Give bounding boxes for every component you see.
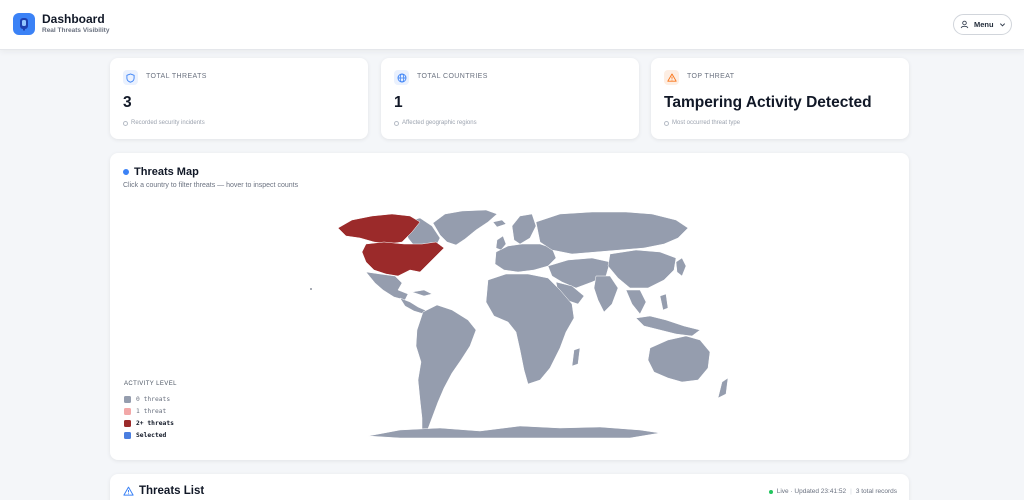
country-south-america[interactable] (415, 304, 477, 435)
user-icon (960, 20, 969, 29)
country-central-america[interactable] (399, 297, 428, 315)
legend-item: 1 threat (124, 405, 184, 417)
country-japan[interactable] (675, 257, 687, 277)
country-new-zealand[interactable] (717, 377, 729, 399)
logo-icon (20, 18, 28, 31)
legend-item: 0 threats (124, 393, 184, 405)
legend-title: ACTIVITY LEVEL (124, 381, 177, 387)
country-russia[interactable] (535, 211, 689, 255)
legend-item: Selected (124, 429, 184, 441)
country-southeast-asia[interactable] (625, 289, 647, 315)
legend-swatch (124, 407, 131, 415)
country-philippines[interactable] (659, 293, 669, 311)
country-canada-west[interactable] (337, 213, 421, 245)
country-antarctica[interactable] (367, 425, 661, 439)
app-logo (13, 13, 35, 35)
country-madagascar[interactable] (571, 347, 581, 367)
country-scandinavia[interactable] (511, 213, 537, 245)
app-subtitle: Real Threats Visibility (42, 27, 110, 34)
menu-label: Menu (974, 20, 994, 29)
country-indonesia[interactable] (635, 315, 701, 337)
country-caribbean[interactable] (411, 289, 433, 297)
map-marker-dot (310, 288, 312, 290)
country-australia[interactable] (647, 335, 711, 383)
country-greenland[interactable] (432, 209, 498, 246)
top-bar: Dashboard Real Threats Visibility Menu (0, 0, 1024, 50)
country-china[interactable] (607, 249, 677, 289)
country-mexico[interactable] (365, 271, 409, 301)
map-legend: ACTIVITY LEVEL 0 threats 1 threat 2+ thr… (124, 381, 184, 451)
chevron-down-icon (999, 23, 1005, 27)
country-iceland[interactable] (492, 219, 507, 228)
menu-button[interactable]: Menu (953, 14, 1012, 35)
country-europe[interactable] (494, 243, 557, 273)
legend-swatch (124, 419, 131, 427)
country-india[interactable] (593, 275, 619, 313)
legend-swatch (124, 395, 131, 403)
legend-item: 2+ threats (124, 417, 184, 429)
legend-swatch (124, 431, 131, 439)
app-title: Dashboard (42, 12, 105, 26)
country-united-states[interactable] (361, 241, 445, 277)
